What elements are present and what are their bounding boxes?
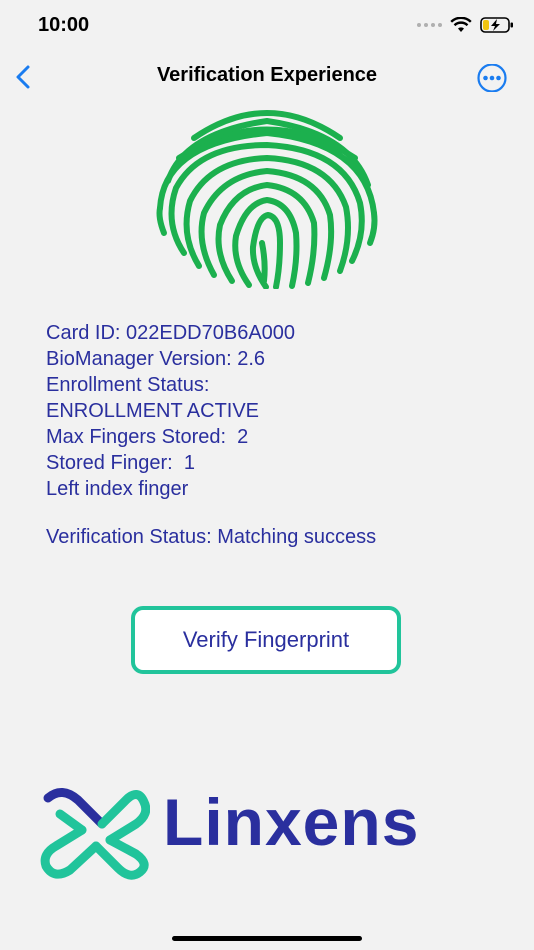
page-title: Verification Experience <box>156 64 378 86</box>
linxens-logo-mark <box>40 788 150 880</box>
stored-finger-text: Stored Finger: 1 <box>46 452 195 474</box>
verify-fingerprint-button[interactable]: Verify Fingerprint <box>131 606 401 674</box>
verification-status-text: Verification Status: Matching success <box>46 526 377 548</box>
home-indicator <box>172 936 362 941</box>
biomanager-version-text: BioManager Version: 2.6 <box>46 348 266 370</box>
more-icon <box>477 63 507 93</box>
fingerprint-icon <box>156 110 378 289</box>
cellular-signal-icon <box>417 23 442 27</box>
more-options-button[interactable] <box>476 63 508 93</box>
wifi-icon <box>450 17 472 32</box>
finger-name-text: Left index finger <box>46 478 189 500</box>
max-fingers-text: Max Fingers Stored: 2 <box>46 426 249 448</box>
enrollment-status-value: ENROLLMENT ACTIVE <box>46 400 260 422</box>
enrollment-status-label: Enrollment Status: <box>46 374 210 396</box>
status-bar: 10:00 <box>0 0 534 50</box>
card-id-text: Card ID: 022EDD70B6A000 <box>46 322 296 344</box>
card-info: Card ID: 022EDD70B6A000 BioManager Versi… <box>46 320 295 502</box>
linxens-logo: Linxens <box>40 784 500 880</box>
status-icons <box>417 16 514 34</box>
status-time: 10:00 <box>38 14 90 36</box>
linxens-logo-text: Linxens <box>163 785 420 859</box>
battery-charging-icon <box>480 17 513 33</box>
verify-fingerprint-label: Verify Fingerprint <box>182 627 350 652</box>
navigation-bar: Verification Experience <box>0 52 534 102</box>
